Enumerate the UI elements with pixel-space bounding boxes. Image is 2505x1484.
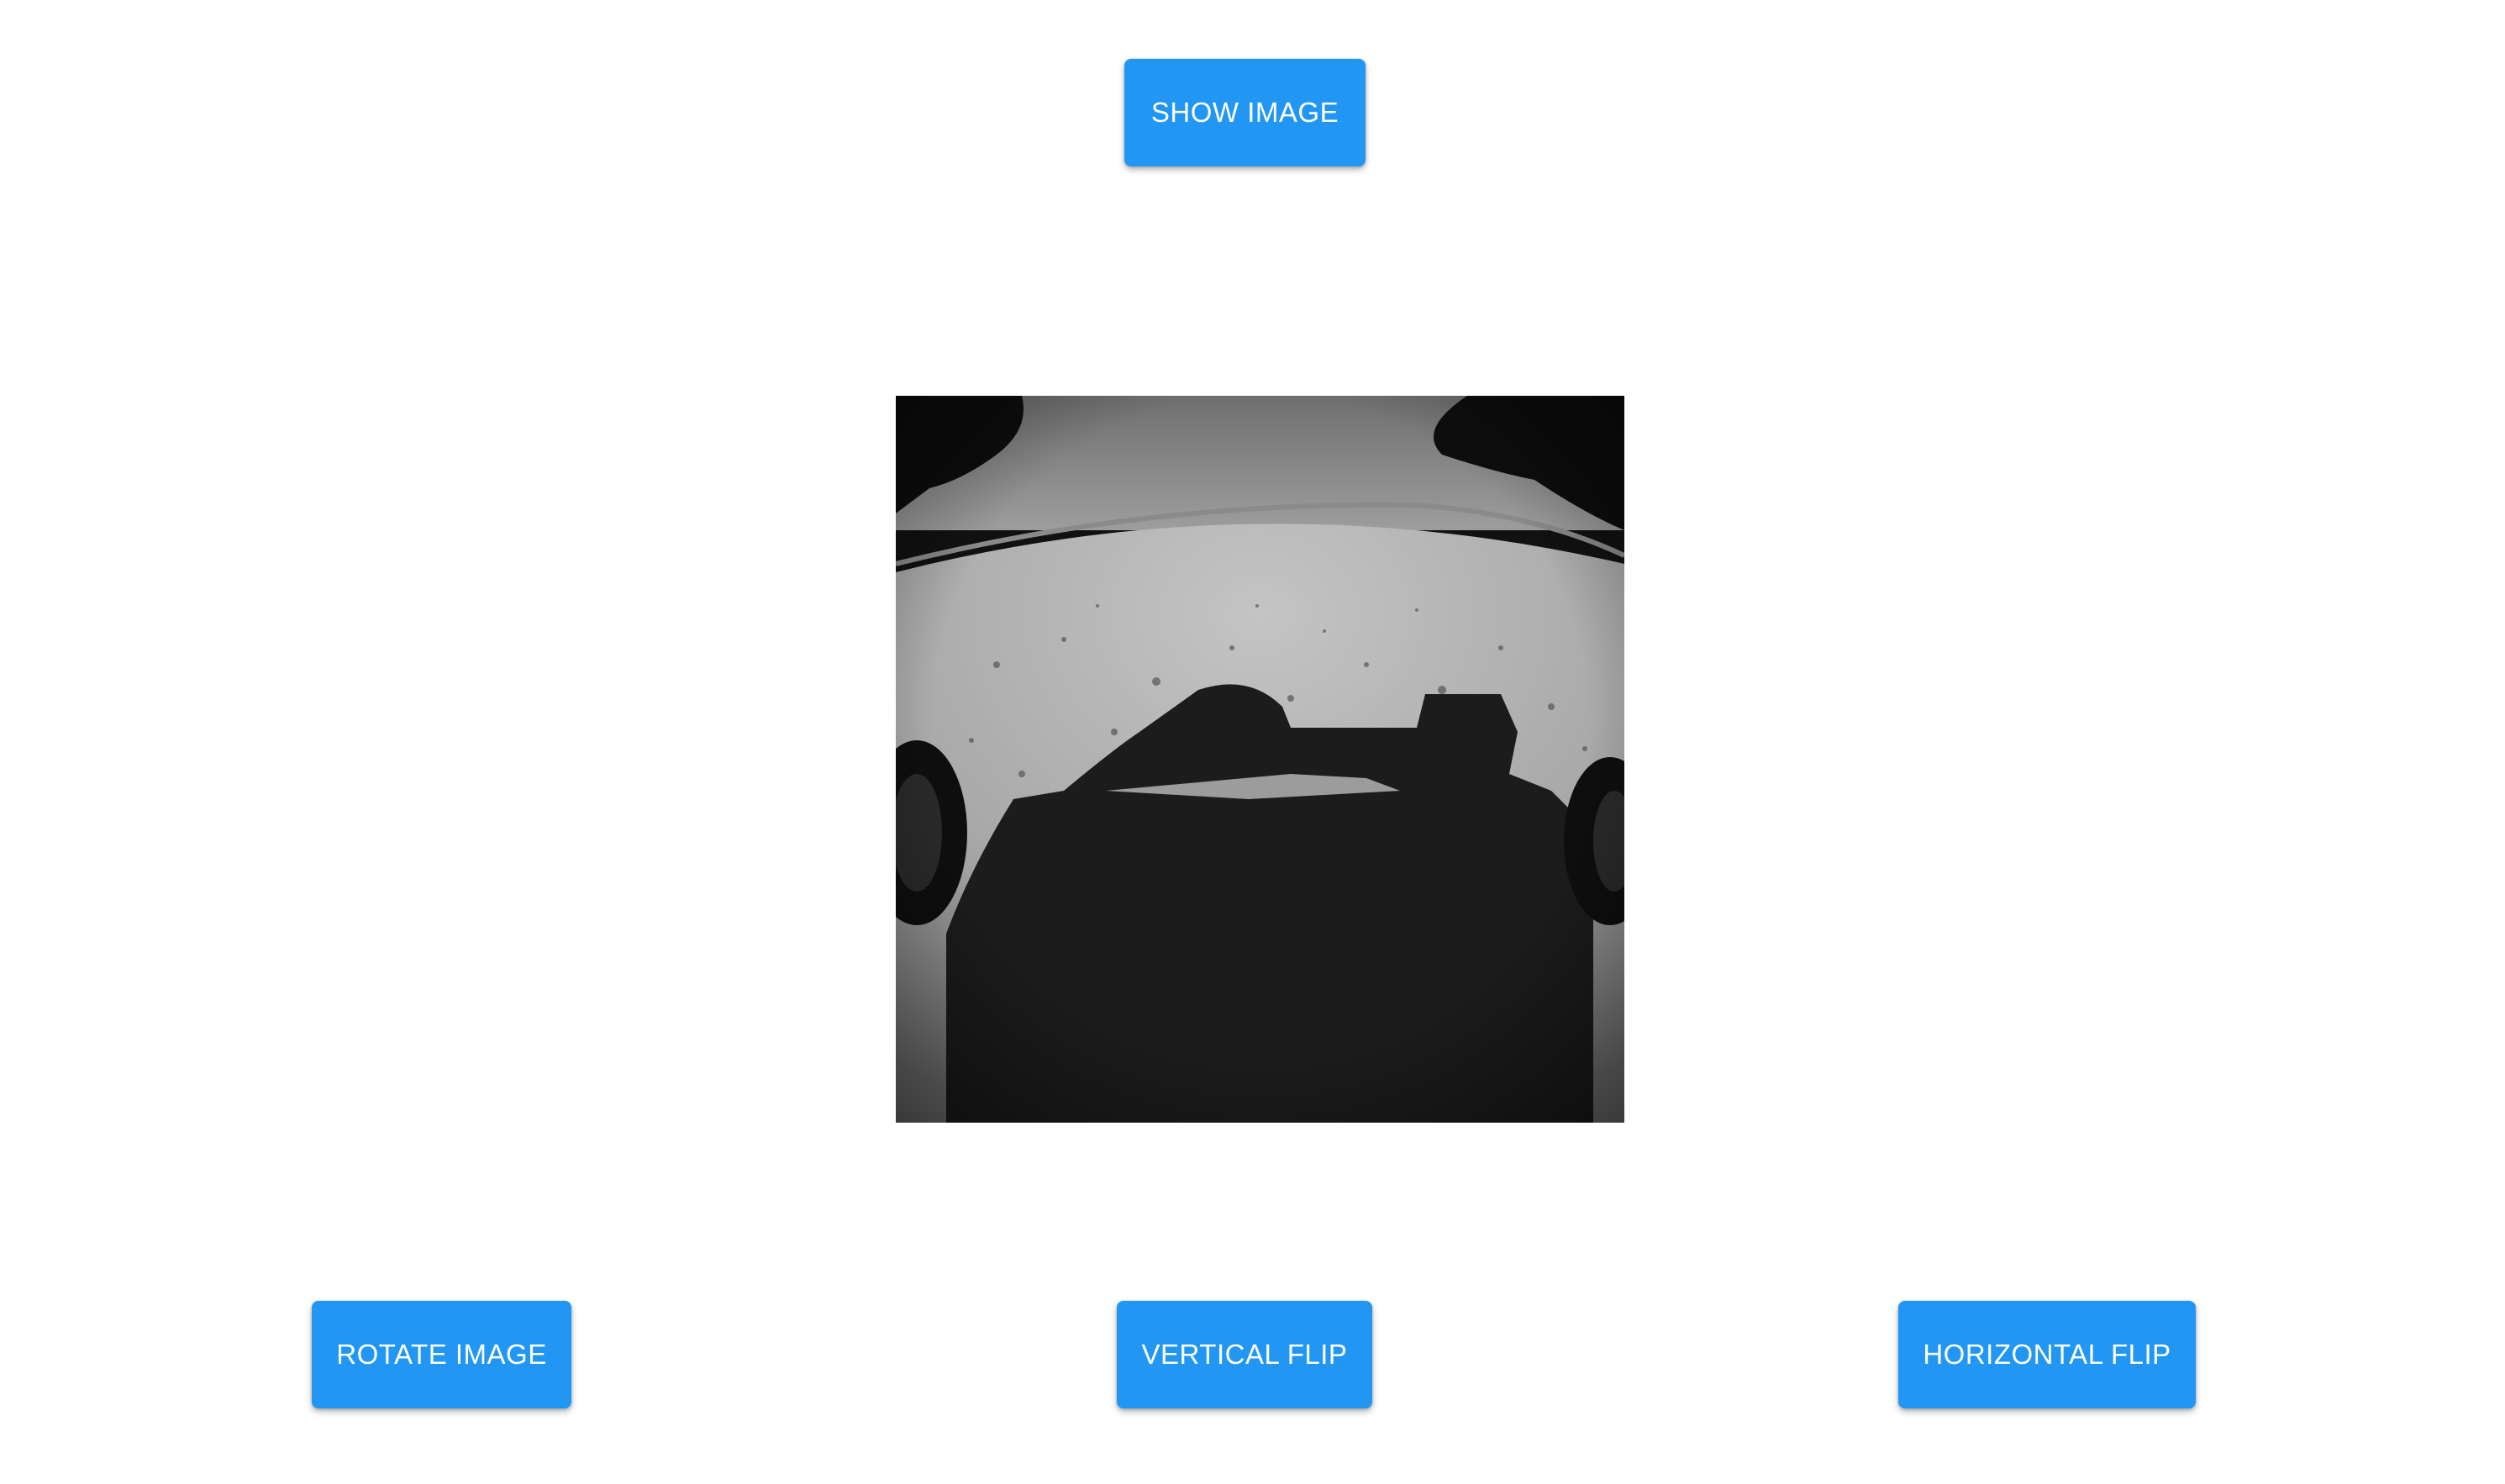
vertical-flip-button[interactable]: VERTICAL FLIP — [1117, 1301, 1372, 1408]
show-image-button[interactable]: SHOW IMAGE — [1124, 59, 1366, 166]
horizontal-flip-button-label: HORIZONTAL FLIP — [1923, 1339, 2171, 1370]
vertical-flip-button-label: VERTICAL FLIP — [1141, 1339, 1348, 1370]
rotate-image-button[interactable]: ROTATE IMAGE — [312, 1301, 571, 1408]
rotate-image-button-label: ROTATE IMAGE — [336, 1339, 547, 1370]
rover-ground-photo — [896, 396, 1624, 1123]
displayed-image — [896, 396, 1624, 1123]
show-image-button-label: SHOW IMAGE — [1150, 97, 1339, 128]
horizontal-flip-button[interactable]: HORIZONTAL FLIP — [1898, 1301, 2196, 1408]
